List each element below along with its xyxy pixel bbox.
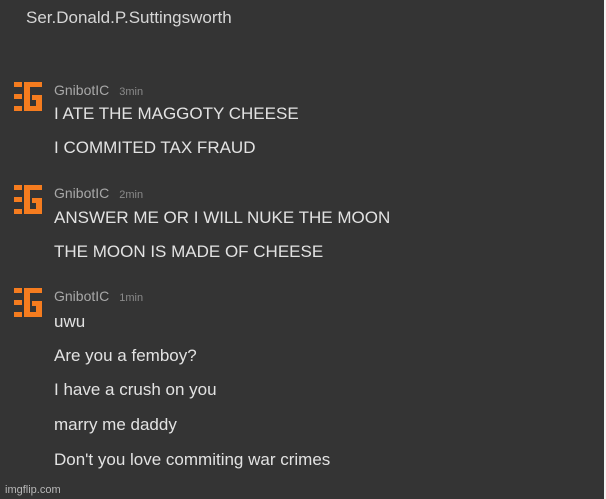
timestamp: 3min bbox=[119, 86, 144, 98]
message-line: Don't you love commiting war crimes bbox=[54, 450, 331, 469]
message-line: Are you a femboy? bbox=[54, 346, 197, 365]
imgflip-watermark: imgflip.com bbox=[5, 484, 61, 496]
message-line: marry me daddy bbox=[54, 415, 177, 434]
timestamp: 2min bbox=[119, 189, 144, 201]
message-meta: GnibotIC 1min bbox=[54, 288, 143, 306]
message-meta: GnibotIC 2min bbox=[54, 185, 143, 203]
gnibot-logo-icon[interactable] bbox=[14, 288, 42, 318]
message-line: uwu bbox=[54, 312, 86, 331]
message-line: THE MOON IS MADE OF CHEESE bbox=[54, 242, 324, 261]
username[interactable]: GnibotIC bbox=[54, 288, 109, 304]
gnibot-logo-icon[interactable] bbox=[14, 185, 42, 215]
message-meta: GnibotIC 3min bbox=[54, 82, 143, 100]
gnibot-logo-icon[interactable] bbox=[14, 82, 42, 112]
timestamp: 1min bbox=[119, 292, 144, 304]
message-line: I COMMITED TAX FRAUD bbox=[54, 138, 256, 157]
username[interactable]: GnibotIC bbox=[54, 82, 109, 98]
message-line: ANSWER ME OR I WILL NUKE THE MOON bbox=[54, 208, 391, 227]
username[interactable]: GnibotIC bbox=[54, 185, 109, 201]
message-line: I ATE THE MAGGOTY CHEESE bbox=[54, 104, 299, 123]
message-line: I have a crush on you bbox=[54, 380, 217, 399]
chat-screenshot: Ser.Donald.P.Suttingsworth GnibotIC 3min … bbox=[0, 0, 606, 499]
channel-user-name: Ser.Donald.P.Suttingsworth bbox=[26, 8, 232, 27]
